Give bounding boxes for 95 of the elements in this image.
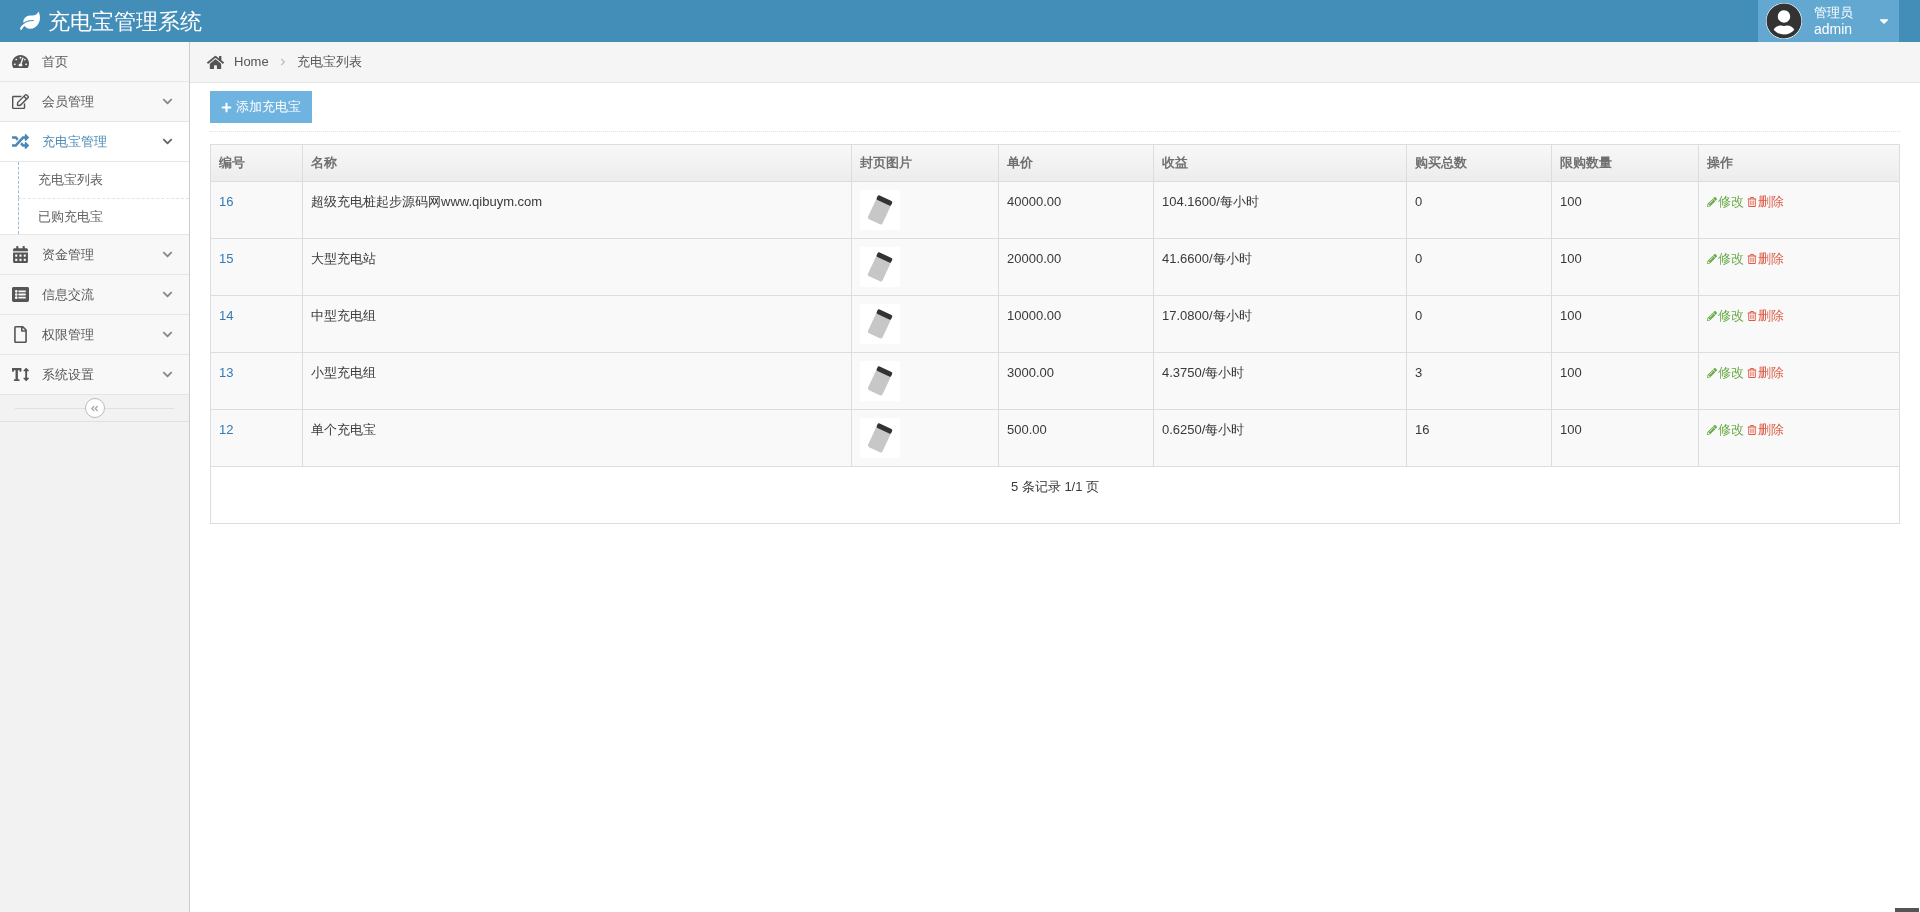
table-cell: 104.1600/每小时 [1153,181,1407,239]
table-cell: 17.0800/每小时 [1153,295,1407,353]
file-icon [12,326,29,343]
user-menu[interactable]: 管理员 admin [1758,0,1899,42]
table-cell: 500.00 [998,409,1154,467]
breadcrumb-link[interactable]: 充电宝列表 [296,52,362,72]
pencil-icon [1707,424,1717,435]
column-header: 封页图片 [851,144,999,182]
pagination-info: 5 条记录 1/1 页 [1010,479,1100,494]
table-cell: 4.3750/每小时 [1153,352,1407,410]
user-name: admin [1814,21,1853,37]
submenu-item[interactable]: 已购充电宝 [18,198,189,234]
sidebar-item[interactable]: 充电宝管理 [0,122,189,162]
breadcrumb-link[interactable]: Home [234,52,269,72]
table-cell: 0 [1406,295,1552,353]
user-role: 管理员 [1814,5,1853,21]
table-cell: 10000.00 [998,295,1154,353]
sidebar-item[interactable]: 信息交流 [0,275,189,315]
column-header: 购买总数 [1406,144,1552,182]
table-cell: 40000.00 [998,181,1154,239]
trash-icon [1747,196,1757,207]
table-cell: 中型充电组 [302,295,852,353]
column-header: 操作 [1698,144,1900,182]
column-header: 编号 [210,144,303,182]
delete-link[interactable]: 删除 [1747,306,1784,326]
table-cell: 单个充电宝 [302,409,852,467]
delete-link[interactable]: 删除 [1747,420,1784,440]
home-icon [207,53,224,71]
plus-icon [221,101,232,113]
calendar-icon [12,246,29,263]
table-cell: 14 [210,295,303,353]
chevron-icon [162,136,173,147]
sidebar-item[interactable]: 资金管理 [0,235,189,275]
collapse-sidebar-button[interactable] [84,398,105,418]
dashboard-icon [12,53,29,70]
table-cell: 20000.00 [998,238,1154,296]
pencil-icon [1707,253,1717,264]
chevron-icon [162,369,173,380]
chevron-icon [162,329,173,340]
table-cell: 100 [1551,238,1699,296]
table-cell: 100 [1551,352,1699,410]
chevron-icon [162,249,173,260]
trash-icon [1747,367,1757,378]
submenu-item[interactable]: 充电宝列表 [18,162,189,198]
table-cell: 0 [1406,238,1552,296]
delete-link[interactable]: 删除 [1747,363,1784,383]
trash-icon [1747,253,1757,264]
table-cell: 0.6250/每小时 [1153,409,1407,467]
table-cell: 16 [210,181,303,239]
table-cell: 12 [210,409,303,467]
list-icon [12,286,29,303]
sidebar-item[interactable]: 权限管理 [0,315,189,355]
table-cell: 100 [1551,295,1699,353]
column-header: 单价 [998,144,1154,182]
table-cell: 41.6600/每小时 [1153,238,1407,296]
column-header: 名称 [302,144,852,182]
edit-link[interactable]: 修改 [1707,306,1744,326]
sidebar-item[interactable]: 系统设置 [0,355,189,395]
sidebar-item[interactable]: 首页 [0,42,189,82]
leaf-icon [20,11,40,31]
table-cell: 大型充电站 [302,238,852,296]
column-header: 限购数量 [1551,144,1699,182]
edit-link[interactable]: 修改 [1707,420,1744,440]
add-button[interactable]: 添加充电宝 [210,91,312,123]
table-cell: 0 [1406,181,1552,239]
edit-link[interactable]: 修改 [1707,249,1744,269]
table-cell: 100 [1551,181,1699,239]
delete-link[interactable]: 删除 [1747,249,1784,269]
double-chevron-icon [90,403,99,413]
separator-icon [278,58,287,66]
table-cell: 100 [1551,409,1699,467]
edit-link[interactable]: 修改 [1707,363,1744,383]
table-cell: 小型充电组 [302,352,852,410]
trash-icon [1747,310,1757,321]
chevron-icon [162,289,173,300]
chevron-icon [162,96,173,107]
table-cell: 13 [210,352,303,410]
column-header: 收益 [1153,144,1407,182]
sidebar-item[interactable]: 会员管理 [0,82,189,122]
trash-icon [1747,424,1757,435]
shuffle-icon [12,133,29,150]
table-cell: 3 [1406,352,1552,410]
pencil-icon [1707,310,1717,321]
app-title: 充电宝管理系统 [48,7,202,36]
table-cell: 15 [210,238,303,296]
text-icon [12,366,29,383]
table-cell: 16 [1406,409,1552,467]
pencil-icon [1707,367,1717,378]
pencil-icon [1707,196,1717,207]
avatar-icon [1766,3,1802,39]
table-cell: 超级充电桩起步源码网www.qibuym.com [302,181,852,239]
edit-icon [12,93,29,110]
table-cell: 3000.00 [998,352,1154,410]
delete-link[interactable]: 删除 [1747,192,1784,212]
edit-link[interactable]: 修改 [1707,192,1744,212]
